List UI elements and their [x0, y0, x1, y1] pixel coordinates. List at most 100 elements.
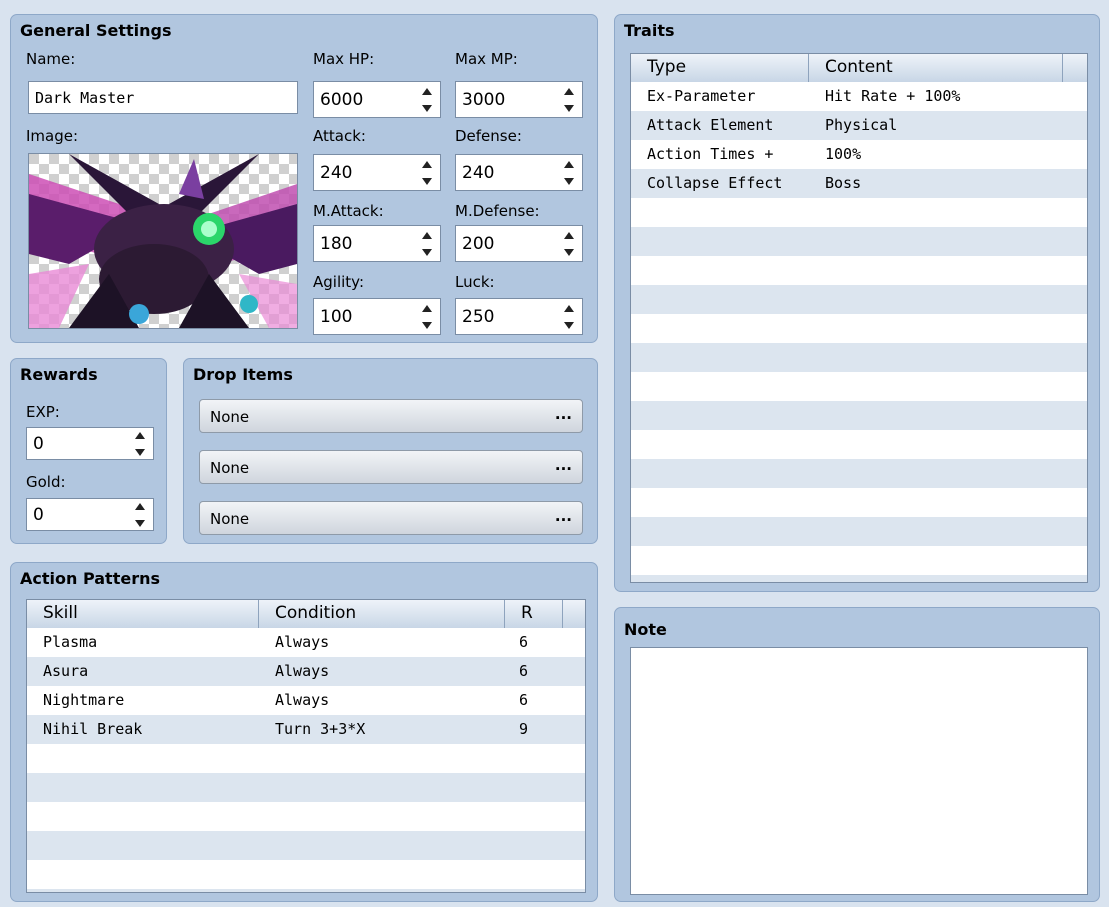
skill-cell: Nihil Break — [43, 720, 143, 738]
attack-label: Attack: — [313, 127, 366, 145]
rating-cell: 6 — [519, 633, 529, 651]
condition-cell: Always — [275, 633, 330, 651]
defense-spin-icon[interactable] — [564, 161, 574, 185]
skill-cell: Nightmare — [43, 691, 125, 709]
drop-item-1-label: None — [210, 408, 250, 426]
drop-item-3-button[interactable]: None ... — [199, 501, 583, 535]
table-row[interactable]: Plasma Always 6 — [27, 628, 585, 657]
traits-rows: Ex-Parameter Hit Rate + 100% Attack Elem… — [631, 82, 1087, 582]
column-header-type[interactable]: Type — [631, 54, 809, 82]
gold-value: 0 — [33, 505, 44, 525]
gold-stepper[interactable]: 0 — [26, 498, 154, 531]
note-panel: Note — [614, 607, 1100, 902]
action-patterns-list[interactable]: Skill Condition R Plasma Always 6 Asura … — [26, 599, 586, 893]
rewards-title: Rewards — [20, 365, 98, 384]
column-header-skill[interactable]: Skill — [27, 600, 259, 628]
m-attack-spin-icon[interactable] — [422, 232, 432, 256]
note-textarea[interactable] — [630, 647, 1088, 895]
exp-spin-icon[interactable] — [135, 432, 145, 456]
luck-stepper[interactable]: 250 — [455, 298, 583, 335]
skill-cell: Plasma — [43, 633, 98, 651]
drop-item-2-label: None — [210, 459, 250, 477]
traits-header: Type Content — [631, 54, 1087, 83]
traits-title: Traits — [624, 21, 675, 40]
attack-value: 240 — [320, 163, 353, 183]
table-row[interactable]: Nightmare Always 6 — [27, 686, 585, 715]
agility-stepper[interactable]: 100 — [313, 298, 441, 335]
ellipsis-icon: ... — [554, 507, 572, 525]
rating-cell: 9 — [519, 720, 529, 738]
general-settings-title: General Settings — [20, 21, 172, 40]
trait-type-cell: Ex-Parameter — [647, 87, 756, 105]
ellipsis-icon: ... — [554, 456, 572, 474]
image-label: Image: — [26, 127, 79, 145]
table-row[interactable]: Action Times + 100% — [631, 140, 1087, 169]
trait-content-cell: 100% — [825, 145, 862, 163]
agility-label: Agility: — [313, 273, 365, 291]
table-row[interactable]: Collapse Effect Boss — [631, 169, 1087, 198]
table-row[interactable]: Ex-Parameter Hit Rate + 100% — [631, 82, 1087, 111]
general-settings-panel: General Settings Name: Dark Master Image… — [10, 14, 598, 343]
gold-spin-icon[interactable] — [135, 503, 145, 527]
traits-list[interactable]: Type Content Ex-Parameter Hit Rate + 100… — [630, 53, 1088, 583]
column-header-r[interactable]: R — [505, 600, 563, 628]
drop-item-2-button[interactable]: None ... — [199, 450, 583, 484]
trait-content-cell: Boss — [825, 174, 862, 192]
trait-type-cell: Action Times + — [647, 145, 774, 163]
m-defense-label: M.Defense: — [455, 202, 540, 220]
drop-item-1-button[interactable]: None ... — [199, 399, 583, 433]
m-defense-spin-icon[interactable] — [564, 232, 574, 256]
max-hp-value: 6000 — [320, 90, 364, 110]
table-row[interactable]: Asura Always 6 — [27, 657, 585, 686]
max-mp-label: Max MP: — [455, 50, 518, 68]
ellipsis-icon: ... — [554, 405, 572, 423]
gold-label: Gold: — [26, 473, 66, 491]
column-header-condition[interactable]: Condition — [259, 600, 505, 628]
name-field[interactable]: Dark Master — [28, 81, 298, 114]
drop-items-panel: Drop Items None ... None ... None ... — [183, 358, 598, 544]
rating-cell: 6 — [519, 662, 529, 680]
defense-label: Defense: — [455, 127, 522, 145]
action-patterns-title: Action Patterns — [20, 569, 160, 588]
exp-stepper[interactable]: 0 — [26, 427, 154, 460]
table-row[interactable]: Attack Element Physical — [631, 111, 1087, 140]
condition-cell: Turn 3+3*X — [275, 720, 366, 738]
luck-value: 250 — [462, 307, 495, 327]
condition-cell: Always — [275, 662, 330, 680]
luck-label: Luck: — [455, 273, 495, 291]
enemy-image[interactable] — [28, 153, 298, 329]
max-hp-spin-icon[interactable] — [422, 88, 432, 112]
name-label: Name: — [26, 50, 76, 68]
m-attack-label: M.Attack: — [313, 202, 384, 220]
trait-content-cell: Physical — [825, 116, 898, 134]
agility-spin-icon[interactable] — [422, 305, 432, 329]
action-patterns-panel: Action Patterns Skill Condition R Plasma… — [10, 562, 598, 902]
attack-spin-icon[interactable] — [422, 161, 432, 185]
defense-stepper[interactable]: 240 — [455, 154, 583, 191]
luck-spin-icon[interactable] — [564, 305, 574, 329]
attack-stepper[interactable]: 240 — [313, 154, 441, 191]
trait-type-cell: Attack Element — [647, 116, 774, 134]
m-defense-stepper[interactable]: 200 — [455, 225, 583, 262]
action-patterns-rows: Plasma Always 6 Asura Always 6 Nightmare… — [27, 628, 585, 892]
exp-value: 0 — [33, 434, 44, 454]
column-header-content[interactable]: Content — [809, 54, 1063, 82]
m-attack-stepper[interactable]: 180 — [313, 225, 441, 262]
max-hp-label: Max HP: — [313, 50, 375, 68]
max-hp-stepper[interactable]: 6000 — [313, 81, 441, 118]
traits-panel: Traits Type Content Ex-Parameter Hit Rat… — [614, 14, 1100, 592]
condition-cell: Always — [275, 691, 330, 709]
rewards-panel: Rewards EXP: 0 Gold: 0 — [10, 358, 167, 544]
m-defense-value: 200 — [462, 234, 495, 254]
drop-items-title: Drop Items — [193, 365, 293, 384]
max-mp-value: 3000 — [462, 90, 506, 110]
drop-item-3-label: None — [210, 510, 250, 528]
max-mp-stepper[interactable]: 3000 — [455, 81, 583, 118]
m-attack-value: 180 — [320, 234, 353, 254]
defense-value: 240 — [462, 163, 495, 183]
name-value: Dark Master — [35, 89, 135, 107]
max-mp-spin-icon[interactable] — [564, 88, 574, 112]
note-title: Note — [624, 620, 667, 639]
table-row[interactable]: Nihil Break Turn 3+3*X 9 — [27, 715, 585, 744]
skill-cell: Asura — [43, 662, 89, 680]
